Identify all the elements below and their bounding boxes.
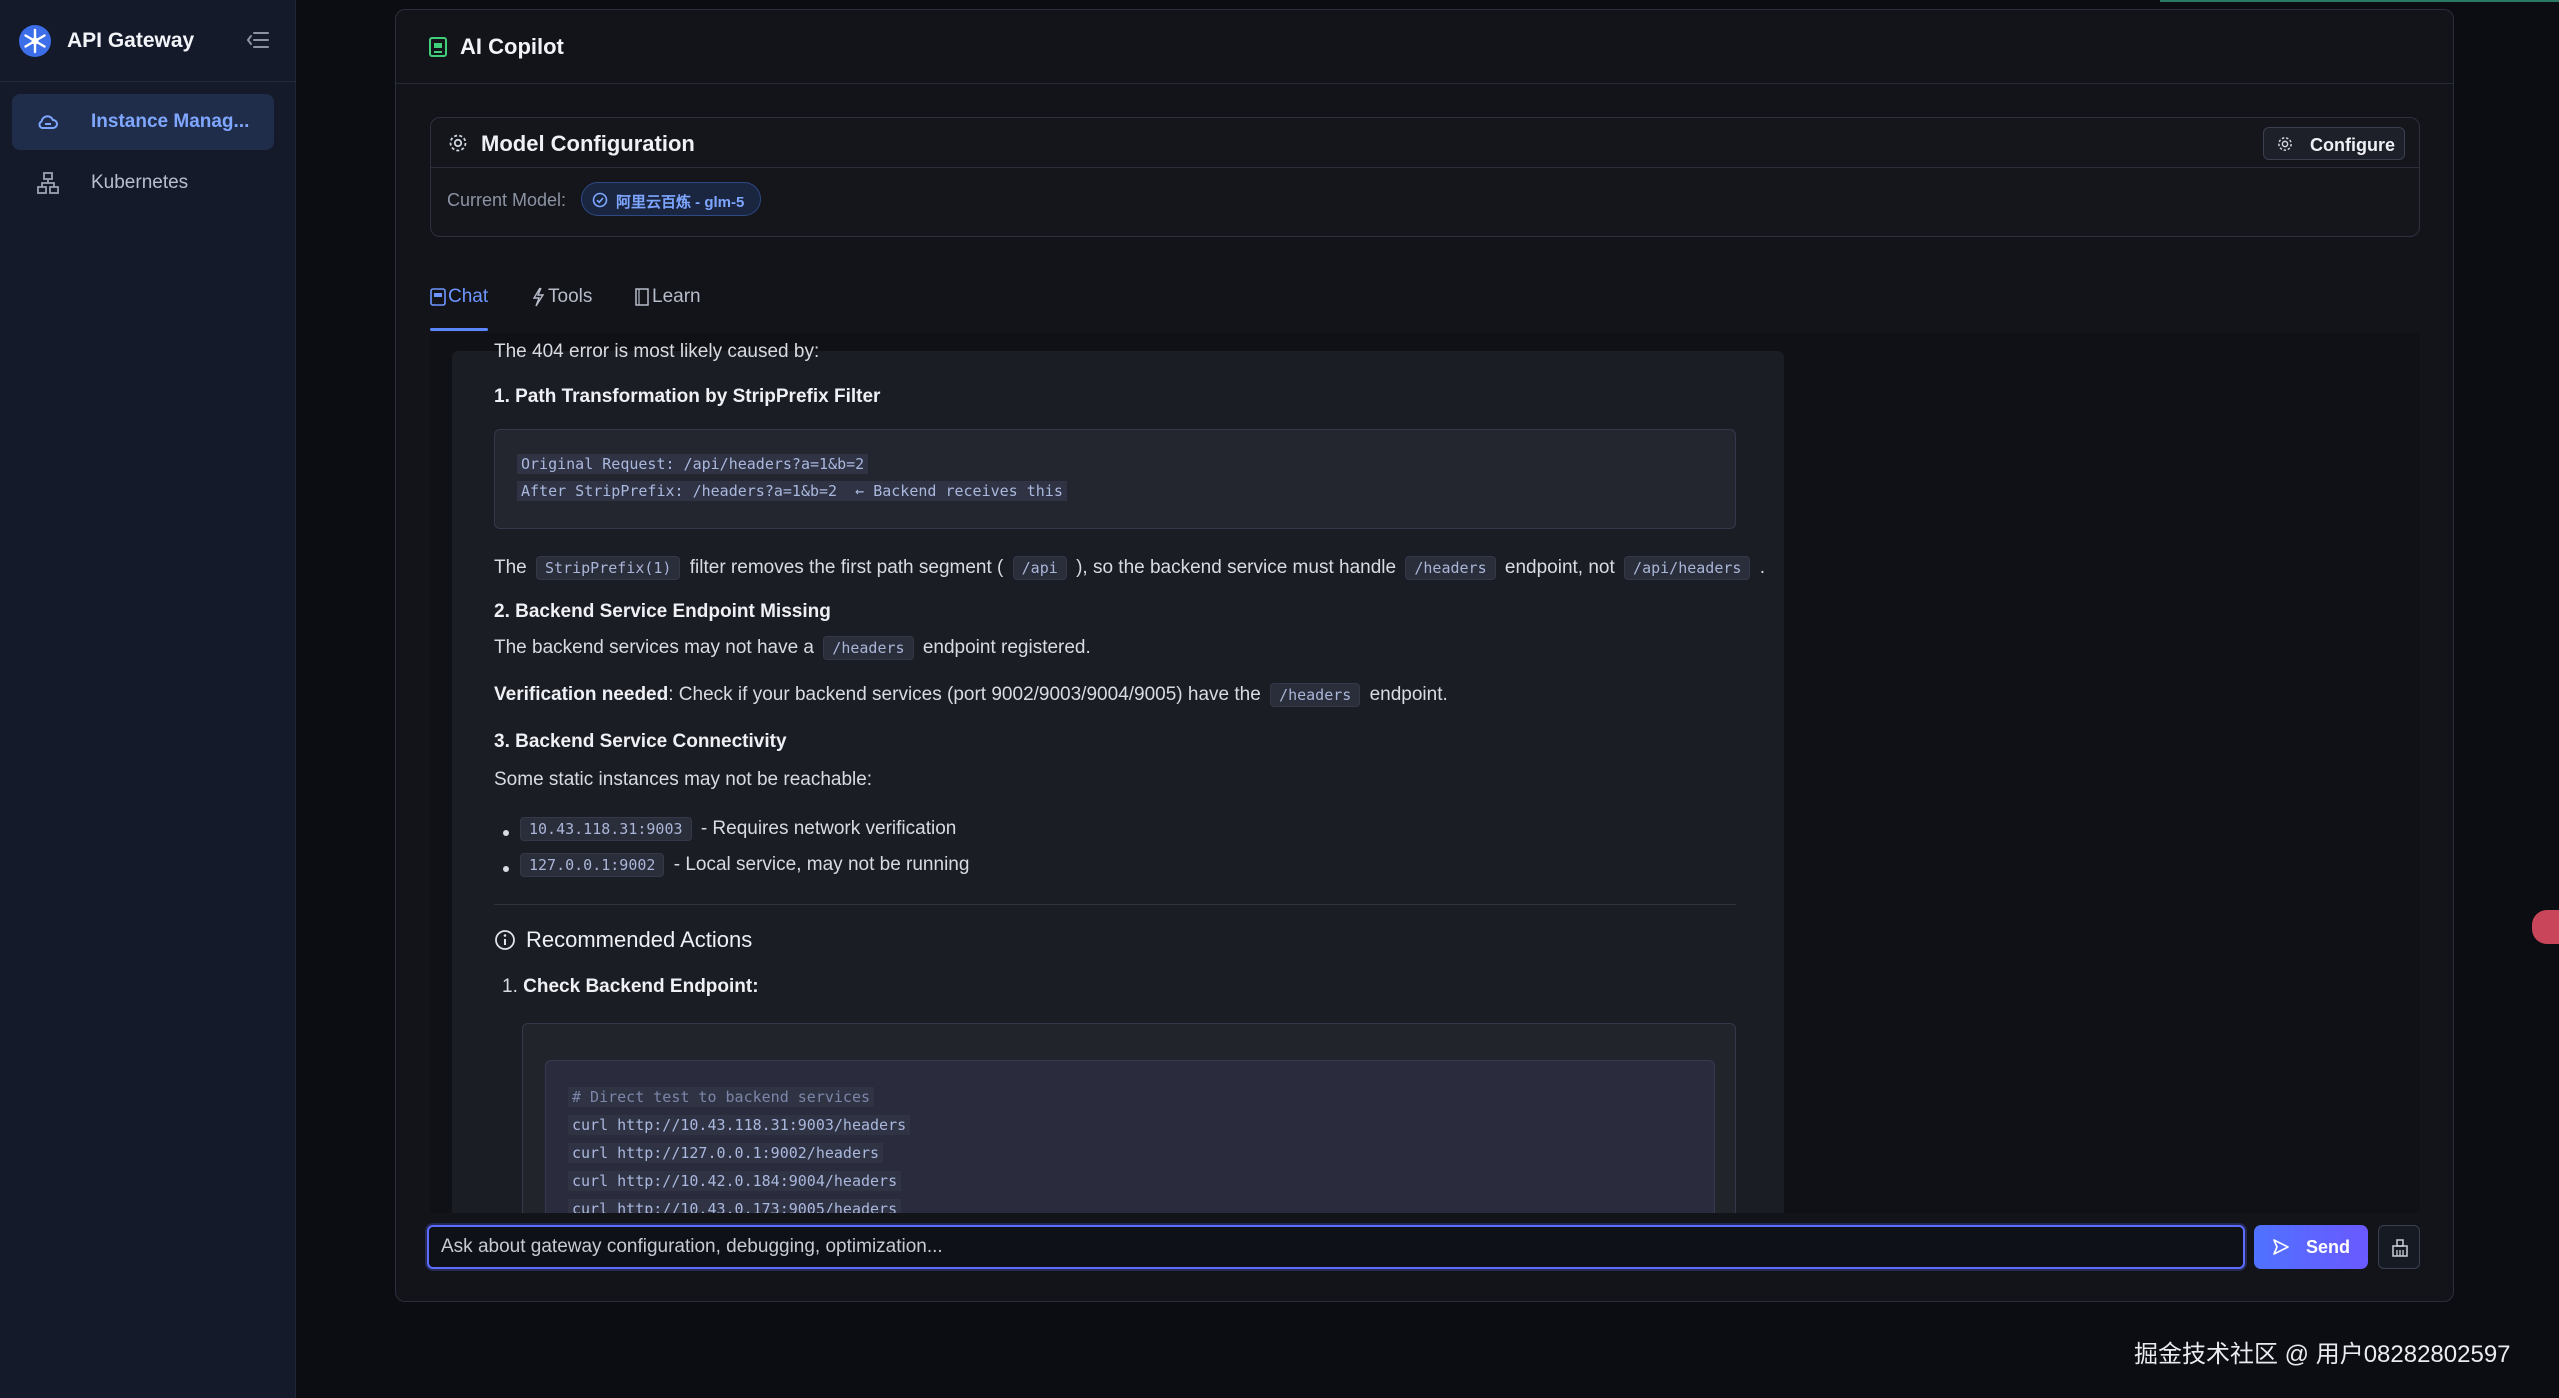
paragraph-endpoint-missing: The backend services may not have a /hea…: [494, 636, 1091, 660]
action-item-1: 1. Check Backend Endpoint:: [502, 976, 759, 997]
section-heading-1: 1. Path Transformation by StripPrefix Fi…: [494, 386, 881, 407]
inline-code: 127.0.0.1:9002: [520, 853, 665, 877]
message-intro: The 404 error is most likely caused by:: [494, 341, 820, 362]
code-line: curl http://10.43.0.173:9005/headers: [568, 1199, 902, 1213]
check-circle-icon: [592, 192, 608, 208]
code-block-outer: # Direct test to backend services curl h…: [522, 1023, 1736, 1213]
sidebar-item-kubernetes[interactable]: Kubernetes: [12, 155, 274, 211]
inline-code: /headers: [1270, 683, 1361, 707]
inline-code: StripPrefix(1): [536, 556, 681, 580]
sidebar: API Gateway Instance Manag... Kubernetes: [0, 0, 296, 1398]
book-icon: [635, 288, 649, 306]
recommended-actions-heading: Recommended Actions: [526, 927, 753, 952]
chat-input-row: Send: [427, 1225, 2427, 1273]
paragraph-connectivity: Some static instances may not be reachab…: [494, 769, 873, 790]
sidebar-item-label: Instance Manag...: [91, 111, 250, 132]
watermark: 掘金技术社区 @ 用户08282802597: [2134, 1341, 2511, 1368]
code-line: curl http://10.43.118.31:9003/headers: [568, 1115, 911, 1135]
paragraph-stripprefix: The StripPrefix(1) filter removes the fi…: [494, 556, 1765, 580]
chat-messages-area[interactable]: The 404 error is most likely caused by: …: [430, 333, 2420, 1213]
code-block-path: Original Request: /api/headers?a=1&b=2 A…: [494, 429, 1736, 529]
app-logo-icon: [19, 25, 51, 57]
tab-label: Learn: [652, 286, 701, 307]
code-line: Original Request: /api/headers?a=1&b=2: [517, 454, 869, 474]
robot-icon: [429, 37, 447, 57]
lightning-icon: [532, 287, 545, 307]
current-model-badge: 阿里云百炼 - glm-5: [581, 182, 761, 216]
robot-icon: [430, 288, 446, 306]
code-block-curl: # Direct test to backend services curl h…: [545, 1060, 1715, 1213]
send-button-label: Send: [2306, 1237, 2351, 1257]
code-line: # Direct test to backend services: [568, 1087, 875, 1107]
top-accent-line: [2160, 0, 2559, 2]
current-model-value: 阿里云百炼 - glm-5: [616, 194, 745, 211]
section-heading-2: 2. Backend Service Endpoint Missing: [494, 601, 831, 622]
bullet-dot: [503, 866, 509, 872]
gear-icon: [2278, 137, 2292, 151]
inline-code: /headers: [1405, 556, 1496, 580]
tab-label: Tools: [548, 286, 593, 307]
divider: [494, 904, 1736, 905]
configure-button[interactable]: Configure: [2263, 127, 2405, 160]
inline-code: /api/headers: [1624, 556, 1751, 580]
panel-title: AI Copilot: [460, 34, 564, 59]
tab-chat[interactable]: Chat: [430, 285, 488, 331]
code-line: After StripPrefix: /headers?a=1&b=2 ← Ba…: [517, 481, 1067, 501]
list-item: 10.43.118.31:9003 - Requires network ver…: [516, 817, 956, 841]
clear-chat-button[interactable]: [2378, 1225, 2420, 1269]
section-heading-3: 3. Backend Service Connectivity: [494, 731, 787, 752]
model-configuration-card: Model Configuration Configure Current Mo…: [430, 117, 2420, 237]
cluster-icon: [37, 172, 59, 194]
tab-label: Chat: [448, 286, 489, 307]
inline-code: 10.43.118.31:9003: [520, 817, 692, 841]
send-icon: [2273, 1239, 2289, 1255]
brand-header: API Gateway: [0, 0, 296, 82]
assistant-message: The 404 error is most likely caused by: …: [452, 341, 1784, 1213]
cloud-icon: [38, 115, 58, 129]
sidebar-item-instance-management[interactable]: Instance Manag...: [12, 94, 274, 150]
info-circle-icon: [495, 930, 515, 950]
app-title: API Gateway: [67, 29, 195, 52]
tab-tools[interactable]: Tools: [530, 285, 600, 331]
send-button[interactable]: Send: [2254, 1225, 2368, 1269]
list-item: 127.0.0.1:9002 - Local service, may not …: [516, 853, 969, 877]
copilot-tabs: Chat Tools Learn: [430, 260, 2420, 332]
broom-icon: [2392, 1239, 2408, 1257]
inline-code: /headers: [823, 636, 914, 660]
floating-side-tab[interactable]: [2532, 910, 2559, 944]
chat-input[interactable]: [427, 1225, 2245, 1269]
panel-header: AI Copilot: [396, 10, 2453, 84]
inline-code: /api: [1012, 556, 1067, 580]
menu-collapse-icon[interactable]: [246, 29, 270, 51]
model-configuration-header: Model Configuration Configure: [431, 118, 2419, 168]
code-line: curl http://127.0.0.1:9002/headers: [568, 1143, 884, 1163]
ai-copilot-panel: AI Copilot Model Configuration Configure…: [395, 9, 2454, 1302]
bullet-dot: [503, 830, 509, 836]
gear-icon: [449, 134, 467, 152]
current-model-label: Current Model:: [447, 190, 567, 210]
model-configuration-title: Model Configuration: [481, 131, 695, 156]
tab-learn[interactable]: Learn: [634, 285, 704, 331]
configure-button-label: Configure: [2310, 135, 2395, 155]
sidebar-item-label: Kubernetes: [91, 172, 189, 193]
paragraph-verification: Verification needed: Check if your backe…: [494, 683, 1448, 707]
code-line: curl http://10.42.0.184:9004/headers: [568, 1171, 902, 1191]
